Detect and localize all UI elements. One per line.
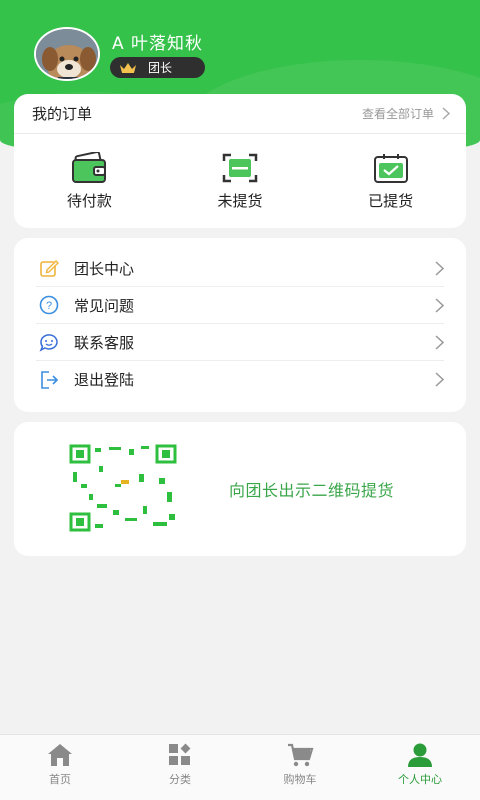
- menu-label: 常见问题: [74, 296, 135, 315]
- svg-text:?: ?: [46, 300, 52, 312]
- tab-cart[interactable]: 购物车: [240, 735, 360, 800]
- chevron-right-icon: [435, 334, 444, 350]
- menu-item-logout[interactable]: 退出登陆: [36, 361, 444, 398]
- orders-row: 待付款 未提货 已提货: [14, 134, 466, 228]
- chevron-right-icon: [435, 260, 444, 276]
- menu-card: 团长中心 ? 常见问题 联系客服 退出登陆: [14, 238, 466, 412]
- question-icon: ?: [39, 295, 59, 315]
- order-label: 已提货: [368, 191, 414, 210]
- order-label: 未提货: [217, 191, 263, 210]
- chevron-right-icon: [442, 107, 450, 120]
- chevron-right-icon: [435, 297, 444, 313]
- tab-category[interactable]: 分类: [120, 735, 240, 800]
- user-icon: [408, 743, 432, 767]
- menu-label: 退出登陆: [74, 371, 135, 389]
- tab-label: 分类: [169, 773, 191, 786]
- orders-title: 我的订单: [32, 105, 93, 123]
- logout-icon: [41, 370, 59, 389]
- menu-item-contact-service[interactable]: 联系客服: [36, 324, 444, 361]
- order-pending-payment[interactable]: 待付款: [14, 134, 165, 228]
- username: A 叶落知秋: [112, 34, 204, 54]
- view-all-label: 查看全部订单: [361, 107, 434, 121]
- tab-label: 个人中心: [398, 773, 442, 786]
- menu-label: 联系客服: [74, 333, 135, 352]
- tab-label: 购物车: [283, 773, 317, 786]
- tab-home[interactable]: 首页: [0, 735, 120, 800]
- qr-instruction: 向团长出示二维码提货: [229, 481, 395, 500]
- order-picked-up[interactable]: 已提货: [315, 134, 466, 228]
- role-label: 团长: [148, 61, 173, 75]
- role-badge: 团长: [110, 57, 205, 78]
- menu-item-faq[interactable]: ? 常见问题: [36, 287, 444, 324]
- edit-icon: [40, 260, 59, 277]
- home-icon: [48, 744, 72, 766]
- view-all-orders-link[interactable]: 查看全部订单: [362, 105, 450, 122]
- chevron-right-icon: [435, 372, 444, 387]
- order-not-picked-up[interactable]: 未提货: [165, 134, 316, 228]
- order-label: 待付款: [66, 191, 112, 210]
- checked-box-icon: [373, 153, 408, 183]
- crown-icon: [120, 62, 136, 73]
- avatar[interactable]: [34, 27, 100, 81]
- category-icon: [169, 743, 191, 765]
- qr-code-icon[interactable]: [69, 444, 179, 534]
- service-icon: [39, 334, 58, 352]
- menu-item-leader-center[interactable]: 团长中心: [36, 250, 444, 287]
- tab-profile[interactable]: 个人中心: [360, 735, 480, 800]
- tab-label: 首页: [49, 773, 71, 786]
- menu-label: 团长中心: [74, 259, 135, 278]
- orders-header: 我的订单 查看全部订单: [14, 94, 466, 134]
- orders-card: 我的订单 查看全部订单 待付款 未提货 已提货: [14, 94, 466, 228]
- wallet-icon: [72, 151, 107, 183]
- bottom-tab-bar: 首页 分类 购物车 个人中心: [0, 734, 480, 800]
- scan-icon: [222, 153, 258, 182]
- cart-icon: [288, 743, 314, 767]
- qr-card: 向团长出示二维码提货: [14, 422, 466, 556]
